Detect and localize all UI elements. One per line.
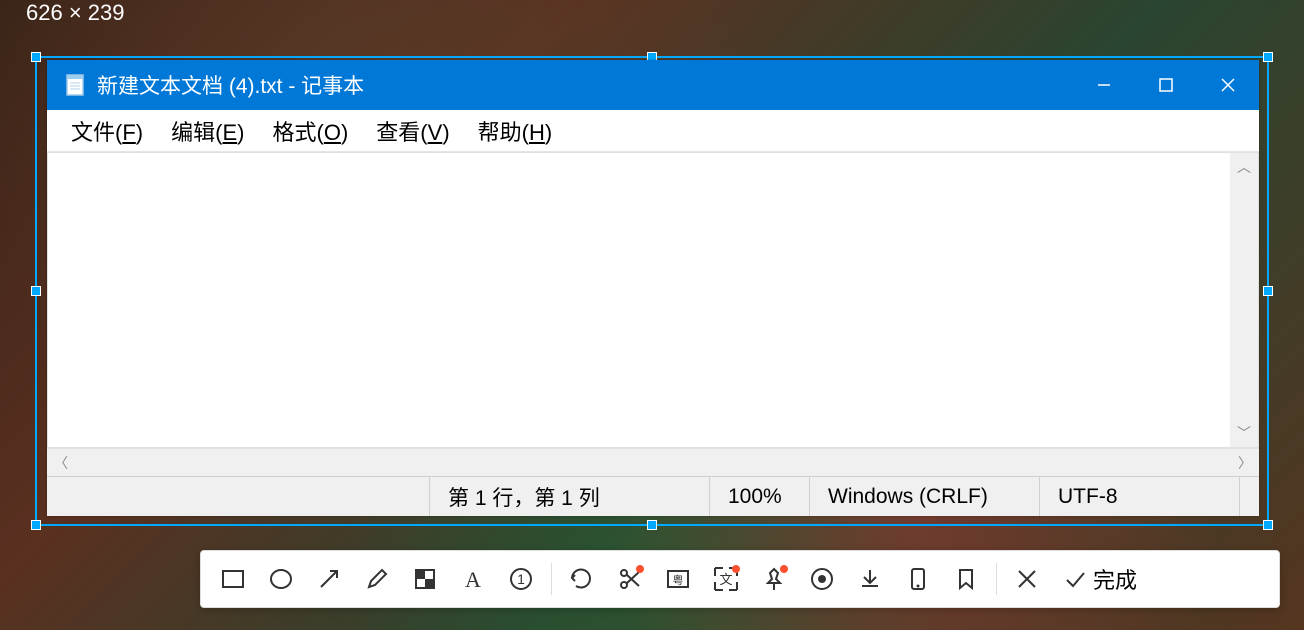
mosaic-tool[interactable] <box>401 555 449 603</box>
editor-area[interactable]: ︿ ﹀ <box>47 152 1259 448</box>
resize-handle-ml[interactable] <box>31 286 41 296</box>
text-content[interactable] <box>48 153 1230 447</box>
ellipse-tool[interactable] <box>257 555 305 603</box>
svg-text:A: A <box>465 567 481 592</box>
scissors-tool[interactable] <box>606 555 654 603</box>
cancel-tool[interactable] <box>1003 555 1051 603</box>
close-icon <box>1219 76 1237 94</box>
number-tool[interactable]: 1 <box>497 555 545 603</box>
bookmark-tool[interactable] <box>942 555 990 603</box>
resize-handle-mr[interactable] <box>1263 286 1273 296</box>
resize-handle-bm[interactable] <box>647 520 657 530</box>
close-button[interactable] <box>1197 60 1259 110</box>
menu-format[interactable]: 格式(O) <box>258 111 362 151</box>
done-label: 完成 <box>1093 563 1137 595</box>
resize-grip[interactable] <box>1239 477 1259 516</box>
rectangle-tool[interactable] <box>209 555 257 603</box>
scroll-up-icon[interactable]: ︿ <box>1230 153 1258 181</box>
close-icon <box>1015 567 1039 591</box>
device-icon <box>905 566 931 592</box>
vertical-scrollbar[interactable]: ︿ ﹀ <box>1230 153 1258 447</box>
bookmark-icon <box>953 566 979 592</box>
ocr-icon: 粤 <box>665 566 691 592</box>
pen-tool[interactable] <box>353 555 401 603</box>
snip-toolbar: A 1 粤 文 完成 <box>200 550 1280 608</box>
selection-size-label: 626 × 239 <box>26 0 124 26</box>
menu-help[interactable]: 帮助(H) <box>464 111 567 151</box>
separator <box>551 563 552 595</box>
check-icon <box>1063 567 1087 591</box>
mosaic-icon <box>412 566 438 592</box>
resize-handle-tl[interactable] <box>31 52 41 62</box>
text-tool[interactable]: A <box>449 555 497 603</box>
minimize-icon <box>1096 77 1112 93</box>
separator <box>996 563 997 595</box>
ellipse-icon <box>268 566 294 592</box>
text-icon: A <box>460 566 486 592</box>
svg-text:粤: 粤 <box>673 573 684 587</box>
menu-edit[interactable]: 编辑(E) <box>157 111 258 151</box>
menu-file[interactable]: 文件(F) <box>57 111 157 151</box>
done-button[interactable]: 完成 <box>1051 563 1149 595</box>
maximize-button[interactable] <box>1135 60 1197 110</box>
resize-handle-br[interactable] <box>1263 520 1273 530</box>
arrow-icon <box>316 566 342 592</box>
scroll-right-icon[interactable]: 〉 <box>1231 449 1259 476</box>
status-position: 第 1 行，第 1 列 <box>429 477 709 516</box>
arrow-tool[interactable] <box>305 555 353 603</box>
undo-tool[interactable] <box>558 555 606 603</box>
undo-icon <box>569 566 595 592</box>
pen-icon <box>364 566 390 592</box>
translate-tool[interactable]: 文 <box>702 555 750 603</box>
device-tool[interactable] <box>894 555 942 603</box>
minimize-button[interactable] <box>1073 60 1135 110</box>
window-title: 新建文本文档 (4).txt - 记事本 <box>97 70 1073 100</box>
pin-tool[interactable] <box>750 555 798 603</box>
download-icon <box>857 566 883 592</box>
save-tool[interactable] <box>846 555 894 603</box>
resize-handle-bl[interactable] <box>31 520 41 530</box>
status-encoding: UTF-8 <box>1039 477 1239 516</box>
rectangle-icon <box>220 566 246 592</box>
number-icon: 1 <box>508 566 534 592</box>
status-zoom: 100% <box>709 477 809 516</box>
menubar: 文件(F) 编辑(E) 格式(O) 查看(V) 帮助(H) <box>47 110 1259 152</box>
menu-view[interactable]: 查看(V) <box>362 111 463 151</box>
notepad-window: 新建文本文档 (4).txt - 记事本 文件(F) 编辑(E) 格式(O) 查… <box>47 60 1259 516</box>
ocr-tool[interactable]: 粤 <box>654 555 702 603</box>
scroll-down-icon[interactable]: ﹀ <box>1230 419 1258 447</box>
notepad-icon <box>63 73 87 97</box>
status-line-ending: Windows (CRLF) <box>809 477 1039 516</box>
record-icon <box>809 566 835 592</box>
titlebar[interactable]: 新建文本文档 (4).txt - 记事本 <box>47 60 1259 110</box>
resize-handle-tr[interactable] <box>1263 52 1273 62</box>
svg-text:1: 1 <box>517 571 525 587</box>
statusbar: 第 1 行，第 1 列 100% Windows (CRLF) UTF-8 <box>47 476 1259 516</box>
horizontal-scrollbar[interactable]: 〈 〉 <box>47 448 1259 476</box>
scroll-left-icon[interactable]: 〈 <box>47 449 75 476</box>
svg-text:文: 文 <box>719 572 732 587</box>
record-tool[interactable] <box>798 555 846 603</box>
maximize-icon <box>1158 77 1174 93</box>
